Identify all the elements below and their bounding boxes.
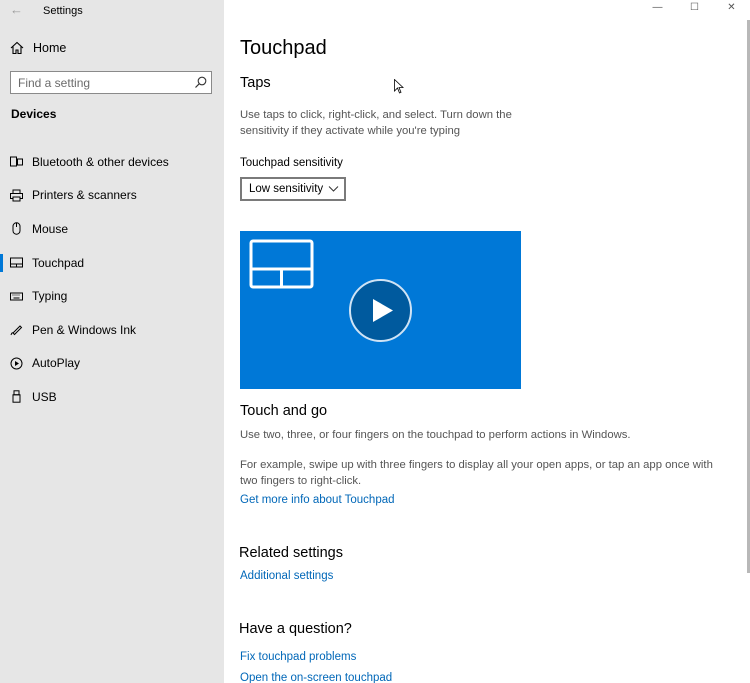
sidebar-item-label: AutoPlay <box>32 356 81 371</box>
taps-description-line1: Use taps to click, right-click, and sele… <box>240 109 512 121</box>
page-title: Touchpad <box>240 37 327 59</box>
window-controls: — ☐ ✕ <box>639 0 750 18</box>
home-link[interactable]: Home <box>10 38 66 58</box>
maximize-button[interactable]: ☐ <box>676 0 713 18</box>
search-box[interactable] <box>10 71 212 94</box>
autoplay-icon <box>10 357 23 370</box>
more-info-link[interactable]: Get more info about Touchpad <box>240 494 395 506</box>
sensitivity-value: Low sensitivity <box>249 183 324 195</box>
fix-touchpad-link[interactable]: Fix touchpad problems <box>240 651 356 663</box>
sidebar-item-label: Pen & Windows Ink <box>32 322 137 337</box>
back-button[interactable]: ← <box>10 2 23 17</box>
minimize-button[interactable]: — <box>639 0 676 18</box>
chevron-down-icon <box>328 186 339 192</box>
play-icon <box>373 299 393 322</box>
sensitivity-label: Touchpad sensitivity <box>240 157 343 169</box>
sidebar-nav: Bluetooth & other devices Printers & sca… <box>0 145 224 414</box>
sidebar-item-touchpad[interactable]: Touchpad <box>0 246 224 280</box>
usb-icon <box>12 390 21 404</box>
home-icon <box>10 41 24 55</box>
close-button[interactable]: ✕ <box>713 0 750 18</box>
section-label: Devices <box>11 107 57 121</box>
on-screen-touchpad-link[interactable]: Open the on-screen touchpad <box>240 672 392 683</box>
sidebar-item-typing[interactable]: Typing <box>0 279 224 313</box>
touch-and-go-heading: Touch and go <box>240 403 328 419</box>
mouse-icon <box>12 222 21 236</box>
touch-and-go-example-line1: For example, swipe up with three fingers… <box>240 459 713 471</box>
home-label: Home <box>33 41 67 55</box>
question-heading: Have a question? <box>239 621 352 637</box>
sidebar: ← Settings Home Devices Bluetooth & othe… <box>0 0 224 683</box>
sidebar-item-label: Touchpad <box>32 255 85 270</box>
sidebar-item-label: Bluetooth & other devices <box>32 154 169 169</box>
sidebar-item-printers[interactable]: Printers & scanners <box>0 179 224 213</box>
bluetooth-icon <box>10 156 23 167</box>
additional-settings-link[interactable]: Additional settings <box>240 570 333 582</box>
sidebar-item-label: Typing <box>32 289 68 304</box>
sidebar-item-usb[interactable]: USB <box>0 380 224 414</box>
related-settings-heading: Related settings <box>239 545 343 561</box>
touch-and-go-description: Use two, three, or four fingers on the t… <box>240 429 631 441</box>
touchpad-illustration-icon <box>249 239 314 289</box>
play-button[interactable] <box>349 279 412 342</box>
search-input[interactable] <box>11 72 189 93</box>
keyboard-icon <box>10 292 23 301</box>
sidebar-item-pen[interactable]: Pen & Windows Ink <box>0 313 224 347</box>
app-title: Settings <box>43 5 83 17</box>
touchpad-video[interactable] <box>240 231 521 389</box>
search-icon[interactable] <box>194 76 207 89</box>
sensitivity-dropdown[interactable]: Low sensitivity <box>240 177 346 201</box>
printer-icon <box>10 189 23 202</box>
sidebar-item-label: USB <box>32 389 57 404</box>
sidebar-item-mouse[interactable]: Mouse <box>0 212 224 246</box>
taps-description-line2: sensitivity if they activate while you'r… <box>240 124 461 137</box>
touchpad-icon <box>10 257 23 268</box>
sidebar-item-bluetooth[interactable]: Bluetooth & other devices <box>0 145 224 179</box>
sidebar-item-label: Mouse <box>32 221 69 236</box>
taps-heading: Taps <box>240 75 271 91</box>
main-content: — ☐ ✕ Touchpad Taps Use taps to click, r… <box>224 0 750 683</box>
pen-icon <box>10 325 23 336</box>
sidebar-item-label: Printers & scanners <box>32 188 137 203</box>
touch-and-go-example-line2: two fingers to right-click. <box>240 474 362 487</box>
sidebar-item-autoplay[interactable]: AutoPlay <box>0 347 224 381</box>
title-bar: ← Settings <box>0 0 224 24</box>
mouse-cursor-icon <box>394 79 404 94</box>
